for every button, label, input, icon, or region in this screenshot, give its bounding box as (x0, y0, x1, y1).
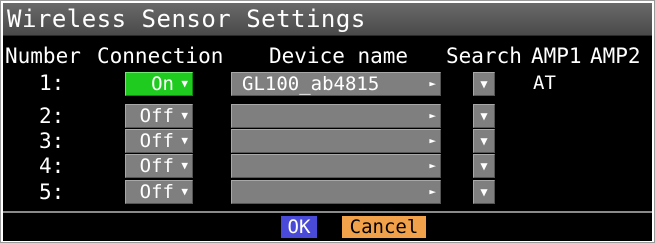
header-search: Search (446, 44, 522, 68)
dropdown-icon: ▼ (181, 159, 188, 172)
row-number-1: 1: (39, 71, 65, 95)
row-number-5: 5: (39, 180, 65, 204)
header-connection: Connection (97, 44, 224, 68)
search-button-2[interactable]: ▼ (473, 104, 495, 128)
dialog-title: Wireless Sensor Settings (7, 5, 366, 33)
device-name-field-2[interactable]: ► (231, 104, 441, 128)
header-amp1: AMP1 (531, 44, 582, 68)
connection-value-1: On (151, 73, 174, 95)
arrow-right-icon: ► (429, 77, 436, 90)
connection-value-2: Off (139, 105, 174, 127)
search-down-icon: ▼ (480, 185, 488, 199)
connection-dropdown-1[interactable]: On ▼ (125, 72, 193, 96)
row-number-2: 2: (39, 104, 65, 128)
connection-dropdown-2[interactable]: Off ▼ (125, 104, 193, 128)
dropdown-icon: ▼ (181, 77, 188, 90)
search-button-5[interactable]: ▼ (473, 180, 495, 204)
device-name-field-1[interactable]: GL100_ab4815 ► (231, 72, 441, 96)
dropdown-icon: ▼ (181, 134, 188, 147)
connection-dropdown-3[interactable]: Off ▼ (125, 129, 193, 153)
device-name-field-3[interactable]: ► (231, 129, 441, 153)
connection-value-3: Off (139, 130, 174, 152)
device-name-value-1: GL100_ab4815 (242, 73, 380, 95)
device-name-field-4[interactable]: ► (231, 154, 441, 178)
header-device-name: Device name (269, 44, 409, 68)
arrow-right-icon: ► (429, 185, 436, 198)
header-number: Number (5, 44, 81, 68)
dialog-footer: OK Cancel (3, 211, 652, 241)
connection-dropdown-5[interactable]: Off ▼ (125, 180, 193, 204)
connection-value-5: Off (139, 181, 174, 203)
row-number-4: 4: (39, 154, 65, 178)
connection-dropdown-4[interactable]: Off ▼ (125, 154, 193, 178)
arrow-right-icon: ► (429, 159, 436, 172)
dropdown-icon: ▼ (181, 185, 188, 198)
dropdown-icon: ▼ (181, 109, 188, 122)
amp1-value-1: AT (533, 72, 556, 94)
header-amp2: AMP2 (590, 44, 641, 68)
settings-panel: Number Connection Device name Search AMP… (3, 36, 652, 239)
cancel-button[interactable]: Cancel (342, 216, 426, 238)
search-down-icon: ▼ (480, 159, 488, 173)
device-name-field-5[interactable]: ► (231, 180, 441, 204)
search-button-1[interactable]: ▼ (473, 72, 495, 96)
arrow-right-icon: ► (429, 109, 436, 122)
search-down-icon: ▼ (480, 134, 488, 148)
search-down-icon: ▼ (480, 109, 488, 123)
wireless-sensor-settings-dialog: Wireless Sensor Settings Number Connecti… (0, 0, 655, 243)
search-button-4[interactable]: ▼ (473, 154, 495, 178)
row-number-3: 3: (39, 129, 65, 153)
search-down-icon: ▼ (480, 77, 488, 91)
title-bar: Wireless Sensor Settings (3, 3, 652, 36)
ok-button[interactable]: OK (281, 216, 317, 238)
connection-value-4: Off (139, 155, 174, 177)
arrow-right-icon: ► (429, 134, 436, 147)
search-button-3[interactable]: ▼ (473, 129, 495, 153)
